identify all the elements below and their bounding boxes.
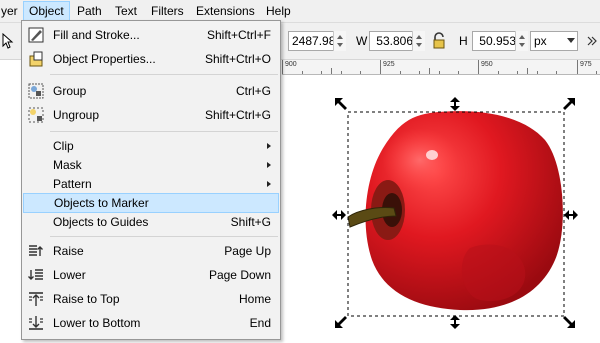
submenu-arrow-icon — [267, 181, 271, 187]
w-field[interactable]: 53.806 — [369, 31, 417, 51]
menu-item-lower-to-bottom[interactable]: Lower to Bottom End — [23, 313, 279, 333]
select-tool-icon[interactable] — [2, 32, 14, 49]
w-label: W — [356, 34, 368, 48]
lock-icon[interactable] — [432, 32, 446, 50]
x-field[interactable]: 2487.98 — [288, 31, 338, 51]
resize-handle-bottom-left[interactable] — [334, 315, 348, 329]
menu-item-label: Objects to Guides — [53, 215, 149, 229]
ungroup-icon — [28, 107, 44, 123]
object-menu-dropdown: Fill and Stroke... Shift+Ctrl+F Object P… — [21, 20, 281, 340]
menu-item-object-properties[interactable]: Object Properties... Shift+Ctrl+O — [23, 49, 279, 69]
menu-item-shortcut: Ctrl+G — [235, 84, 271, 98]
menu-item-label: Objects to Marker — [54, 196, 149, 210]
menu-item-shortcut: Shift+G — [230, 215, 271, 229]
canvas[interactable] — [282, 75, 600, 340]
h-spinner[interactable] — [515, 31, 528, 51]
menu-path[interactable]: Path — [72, 2, 107, 20]
menu-item-label: Clip — [53, 139, 74, 153]
menu-item-label: Raise — [53, 244, 84, 258]
menu-item-ungroup[interactable]: Ungroup Shift+Ctrl+G — [23, 105, 279, 125]
resize-handle-bottom-right[interactable] — [562, 315, 576, 329]
submenu-arrow-icon — [267, 143, 271, 149]
menu-item-label: Ungroup — [53, 108, 100, 122]
menu-item-label: Lower to Bottom — [53, 316, 141, 330]
menu-help[interactable]: Help — [261, 2, 296, 20]
chevron-down-icon — [567, 38, 575, 43]
ruler-label-925: 925 — [383, 61, 395, 68]
menu-item-objects-to-marker[interactable]: Objects to Marker — [23, 193, 279, 213]
menu-item-label: Lower — [53, 268, 86, 282]
menu-extensions[interactable]: Extensions — [191, 2, 260, 20]
menu-separator — [50, 74, 278, 75]
menu-item-shortcut: Page Up — [224, 244, 271, 258]
menu-item-label: Fill and Stroke... — [53, 28, 140, 42]
menu-item-shortcut: Shift+Ctrl+O — [204, 52, 271, 66]
menu-separator — [50, 236, 278, 237]
menu-item-label: Group — [53, 84, 87, 98]
menu-item-mask[interactable]: Mask — [23, 155, 279, 175]
menu-item-lower[interactable]: Lower Page Down — [23, 265, 279, 285]
menu-text[interactable]: Text — [110, 2, 142, 20]
menu-item-group[interactable]: Group Ctrl+G — [23, 81, 279, 101]
ruler-label-900: 900 — [285, 61, 297, 68]
menu-item-shortcut: Shift+Ctrl+G — [204, 108, 271, 122]
apple-drawing[interactable] — [282, 75, 600, 340]
raise-to-top-icon — [28, 291, 44, 307]
menu-separator — [50, 131, 278, 132]
raise-icon — [28, 243, 44, 259]
menu-filters[interactable]: Filters — [146, 2, 189, 20]
h-field[interactable]: 50.953 — [472, 31, 520, 51]
x-spinner[interactable] — [333, 31, 346, 51]
menu-layer[interactable]: yer — [0, 2, 23, 20]
unit-select[interactable]: px — [530, 31, 578, 51]
group-icon — [28, 83, 44, 99]
ruler-label-950: 950 — [481, 61, 493, 68]
resize-handle-top-left[interactable] — [334, 97, 348, 111]
menu-item-fill-and-stroke[interactable]: Fill and Stroke... Shift+Ctrl+F — [23, 25, 279, 45]
menu-item-shortcut: Home — [238, 292, 271, 306]
resize-handle-bottom[interactable] — [450, 315, 460, 329]
menu-item-objects-to-guides[interactable]: Objects to Guides Shift+G — [23, 212, 279, 232]
resize-handle-top[interactable] — [450, 97, 460, 111]
menu-item-clip[interactable]: Clip — [23, 136, 279, 156]
menu-object[interactable]: Object — [23, 1, 70, 21]
menu-item-pattern[interactable]: Pattern — [23, 174, 279, 194]
ruler-label-975: 975 — [580, 61, 592, 68]
submenu-arrow-icon — [267, 162, 271, 168]
menu-item-label: Raise to Top — [53, 292, 120, 306]
menu-item-shortcut: Page Down — [208, 268, 271, 282]
resize-handle-left[interactable] — [332, 209, 346, 220]
fill-stroke-icon — [28, 27, 44, 43]
unit-value: px — [534, 34, 547, 48]
menu-item-raise-to-top[interactable]: Raise to Top Home — [23, 289, 279, 309]
menu-item-raise[interactable]: Raise Page Up — [23, 241, 279, 261]
resize-handle-right[interactable] — [564, 209, 578, 220]
lower-to-bottom-icon — [28, 315, 44, 331]
object-properties-icon — [28, 51, 44, 67]
menu-item-label: Object Properties... — [53, 52, 156, 66]
toolbar-overflow-icon[interactable] — [586, 33, 598, 49]
lower-icon — [28, 267, 44, 283]
horizontal-ruler: 900 925 950 975 — [282, 60, 600, 75]
menu-item-label: Pattern — [53, 177, 92, 191]
w-spinner[interactable] — [412, 31, 425, 51]
resize-handle-top-right[interactable] — [562, 97, 576, 111]
menu-item-shortcut: Shift+Ctrl+F — [206, 28, 271, 42]
h-label: H — [459, 34, 468, 48]
menu-item-shortcut: End — [249, 316, 271, 330]
menu-item-label: Mask — [53, 158, 82, 172]
apple-shine — [426, 150, 438, 160]
